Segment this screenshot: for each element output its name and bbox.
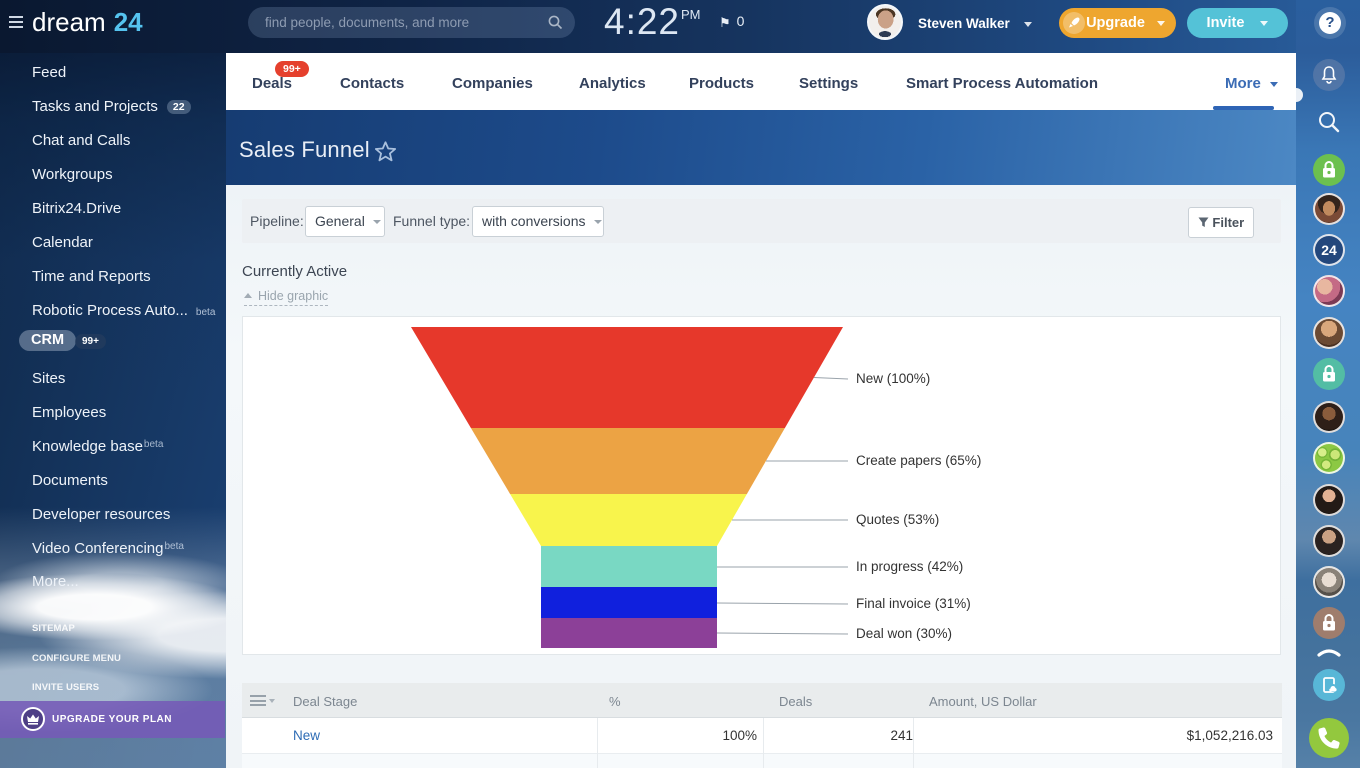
svg-text:Create papers (65%): Create papers (65%) xyxy=(856,453,981,468)
svg-text:New (100%): New (100%) xyxy=(856,371,930,386)
svg-text:Quotes (53%): Quotes (53%) xyxy=(856,512,939,527)
svg-text:Final invoice (31%): Final invoice (31%) xyxy=(856,596,971,611)
svg-text:Deal won (30%): Deal won (30%) xyxy=(856,626,952,641)
svg-text:In progress (42%): In progress (42%) xyxy=(856,559,963,574)
